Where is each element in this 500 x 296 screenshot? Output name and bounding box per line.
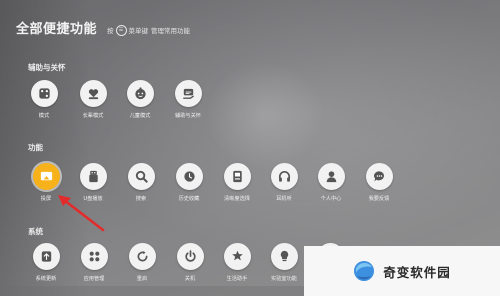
restart-icon: [137, 251, 147, 262]
app-grid-icon: [89, 251, 99, 262]
tile-power-off[interactable]: 关机: [166, 243, 214, 282]
tile-accessibility-care-circle: [174, 80, 202, 107]
power-icon: [184, 250, 196, 262]
section-label-functions: 功能: [28, 143, 43, 152]
upload-arrow-icon: [41, 251, 51, 262]
section-label-system: 系统: [28, 227, 43, 236]
sun-icon: [231, 250, 243, 261]
tile-accessibility-care-label: 辅助与关怀: [175, 113, 201, 119]
menu-key-icon: ☰: [115, 24, 127, 36]
hint-prefix: 按: [107, 27, 114, 35]
tile-mode-label: 模式: [38, 113, 50, 119]
feedback-chat-icon: [373, 171, 384, 182]
tile-power-off-circle: [176, 243, 204, 270]
tile-mode-circle: [30, 80, 58, 107]
tile-resolution[interactable]: 清晰度选择: [213, 163, 261, 202]
tile-mode[interactable]: 模式: [20, 80, 68, 119]
tile-resolution-circle: [223, 163, 251, 190]
hint-suffix: 管理常用功能: [151, 27, 191, 35]
history-clock-icon: [183, 171, 195, 182]
tile-personal-center-label: 个人中心: [320, 196, 342, 202]
tile-usb-play-circle: [79, 163, 107, 190]
hint-middle: 菜单键: [128, 27, 149, 35]
resolution-icon: [232, 170, 242, 183]
tile-personal-center[interactable]: 个人中心: [307, 163, 355, 202]
tile-headphones[interactable]: 耳机听: [260, 163, 308, 202]
tile-app-management-circle: [80, 243, 108, 270]
tile-usb-play-label: U盘播放: [83, 196, 103, 202]
section-label-accessibility: 辅助与关怀: [28, 63, 66, 72]
watermark-logo-icon: [354, 261, 375, 281]
tile-history[interactable]: 历史收藏: [165, 163, 213, 202]
tile-elder-mode[interactable]: 长辈模式: [69, 80, 117, 119]
lab-bulb-icon: [280, 250, 288, 262]
screen-glare: [205, 60, 325, 170]
tile-restart-circle: [128, 243, 156, 270]
tile-personal-center-circle: [317, 163, 345, 190]
search-icon: [135, 170, 148, 183]
user-icon: [326, 171, 336, 183]
watermark-banner: 奇变软件园: [304, 246, 500, 296]
tile-life-assistant-label: 生活助手: [226, 276, 248, 282]
tile-life-assistant-circle: [223, 243, 251, 270]
tile-kids-mode[interactable]: 儿童模式: [116, 80, 164, 119]
tile-accessibility-care[interactable]: 辅助与关怀: [164, 80, 212, 119]
tile-power-off-label: 关机: [184, 276, 196, 282]
tile-app-management-label: 应用管理: [83, 276, 105, 282]
tile-usb-play[interactable]: U盘播放: [69, 163, 117, 202]
menu-hint: 按 ☰ 菜单键 管理常用功能: [107, 24, 191, 36]
tile-resolution-label: 清晰度选择: [224, 196, 250, 202]
tile-search[interactable]: 搜索: [117, 163, 165, 202]
tile-kids-mode-circle: [126, 80, 154, 107]
tile-restart-label: 重启: [136, 276, 148, 282]
tile-lab-features-label: 实验室功能: [271, 276, 297, 282]
tile-feedback-label: 我要反馈: [368, 196, 390, 202]
tile-system-update-label: 系统更新: [35, 276, 57, 282]
tile-elder-mode-circle: [79, 80, 107, 107]
usb-drive-icon: [88, 170, 98, 183]
tile-search-circle: [127, 163, 155, 190]
tile-app-management[interactable]: 应用管理: [70, 243, 118, 282]
tile-kids-mode-label: 儿童模式: [129, 113, 151, 119]
heart-hand-icon: [88, 89, 98, 100]
watermark-text: 奇变软件园: [383, 264, 451, 280]
tile-history-label: 历史收藏: [178, 196, 200, 202]
page-title: 全部便捷功能: [16, 22, 98, 37]
tile-headphones-circle: [270, 163, 298, 190]
child-face-icon: [134, 87, 146, 100]
tile-history-circle: [175, 163, 203, 190]
tile-feedback[interactable]: 我要反馈: [355, 163, 403, 202]
tile-elder-mode-label: 长辈模式: [82, 113, 104, 119]
tile-screen-cast-label: 投屏: [40, 196, 52, 202]
hand-care-icon: [182, 88, 194, 99]
screen-cast-icon: [40, 171, 52, 181]
dice-icon: [38, 88, 50, 99]
tile-screen-cast[interactable]: 投屏: [22, 163, 70, 202]
tile-system-update[interactable]: 系统更新: [22, 243, 70, 282]
tile-feedback-circle: [365, 163, 393, 190]
headphones-icon: [278, 171, 290, 182]
tile-lab-features[interactable]: 实验室功能: [260, 243, 308, 282]
tile-restart[interactable]: 重启: [118, 243, 166, 282]
tile-system-update-circle: [32, 243, 60, 270]
page-header: 全部便捷功能 按 ☰ 菜单键 管理常用功能: [16, 18, 190, 37]
tile-life-assistant[interactable]: 生活助手: [213, 243, 261, 282]
tile-headphones-label: 耳机听: [276, 196, 292, 202]
tile-search-label: 搜索: [135, 196, 147, 202]
tile-lab-features-circle: [270, 243, 298, 270]
tile-screen-cast-circle: [32, 163, 60, 190]
